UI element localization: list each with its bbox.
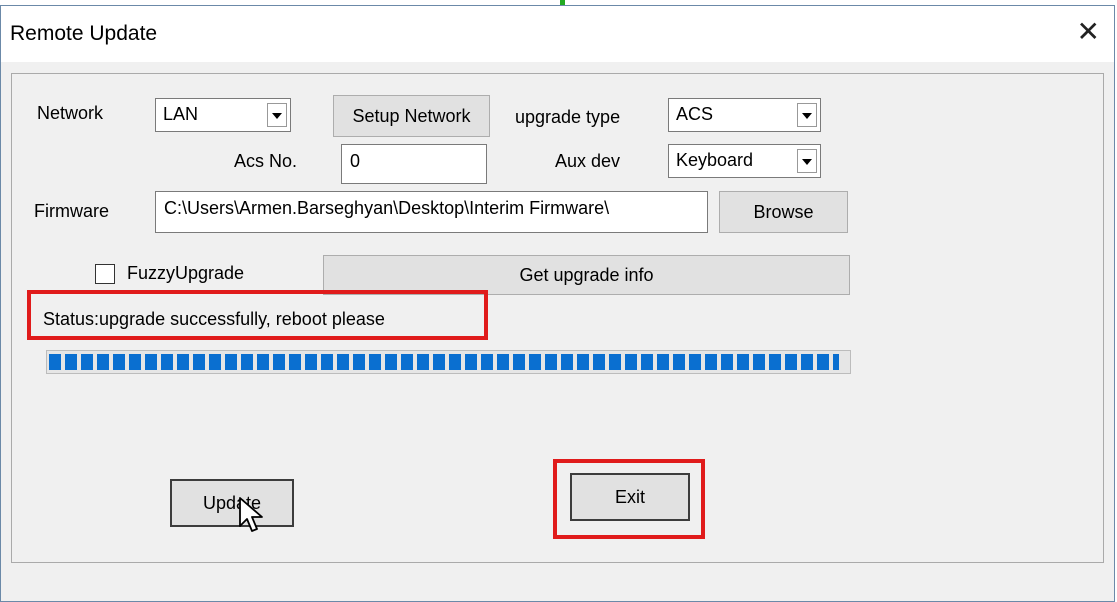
chevron-down-icon[interactable] bbox=[267, 103, 287, 127]
network-select[interactable]: LAN bbox=[155, 98, 291, 132]
progress-fill bbox=[49, 354, 839, 370]
aux-dev-label: Aux dev bbox=[555, 151, 621, 171]
get-upgrade-info-button[interactable]: Get upgrade info bbox=[323, 255, 850, 295]
upgrade-type-select[interactable]: ACS bbox=[668, 98, 821, 132]
chevron-down-icon[interactable] bbox=[797, 149, 817, 173]
aux-dev-select[interactable]: Keyboard bbox=[668, 144, 821, 178]
firmware-label: Firmware bbox=[34, 201, 109, 221]
fuzzy-upgrade-label: FuzzyUpgrade bbox=[127, 263, 245, 283]
fuzzy-upgrade-checkbox[interactable] bbox=[95, 264, 115, 284]
setup-network-button[interactable]: Setup Network bbox=[333, 95, 490, 137]
close-icon[interactable]: ✕ bbox=[1077, 18, 1100, 46]
network-value: LAN bbox=[163, 104, 199, 124]
upgrade-type-value: ACS bbox=[676, 104, 714, 124]
status-text: Status:upgrade successfully, reboot plea… bbox=[43, 309, 385, 329]
firmware-path-input[interactable]: C:\Users\Armen.Barseghyan\Desktop\Interi… bbox=[155, 191, 708, 233]
remote-update-dialog: Remote Update ✕ Network LAN Setup Networ… bbox=[0, 5, 1115, 602]
upgrade-type-label: upgrade type bbox=[515, 107, 621, 127]
network-label: Network bbox=[37, 103, 104, 123]
acs-no-input[interactable]: 0 bbox=[341, 144, 487, 184]
upgrade-progress-bar bbox=[46, 350, 851, 374]
window-title: Remote Update bbox=[10, 22, 158, 45]
update-group-box: Network LAN Setup Network upgrade type A… bbox=[11, 73, 1104, 563]
acs-no-label: Acs No. bbox=[234, 151, 298, 171]
chevron-down-icon[interactable] bbox=[797, 103, 817, 127]
mouse-pointer-icon bbox=[239, 497, 263, 532]
aux-dev-value: Keyboard bbox=[676, 150, 754, 170]
browse-button[interactable]: Browse bbox=[719, 191, 848, 233]
title-bar: Remote Update ✕ bbox=[1, 6, 1114, 62]
update-button[interactable]: Update bbox=[170, 479, 294, 527]
exit-button[interactable]: Exit bbox=[570, 473, 690, 521]
